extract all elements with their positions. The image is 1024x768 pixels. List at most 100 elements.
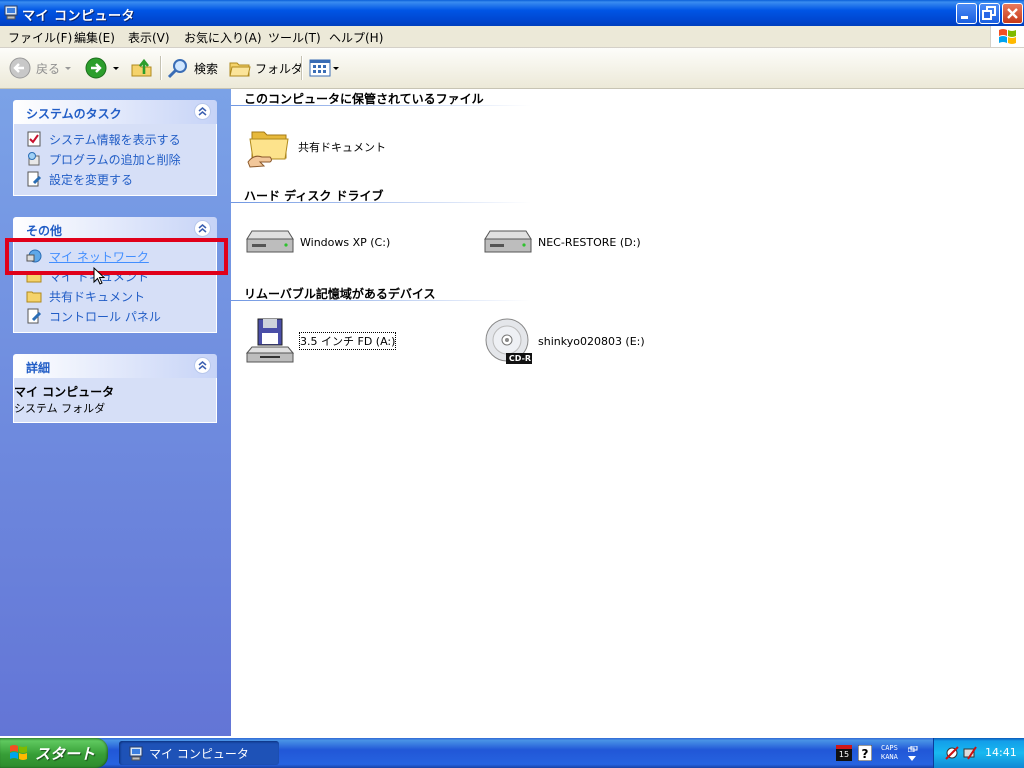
lock-key-status: CAPS KANA [881, 744, 898, 762]
start-button[interactable]: スタート [0, 738, 108, 768]
control-panel-link[interactable]: コントロール パネル [14, 306, 216, 326]
search-button[interactable]: 検索 [166, 48, 218, 88]
cd-r-badge: CD-R [508, 354, 532, 363]
panel-title: 詳細 [26, 361, 51, 375]
forward-arrow-icon [85, 57, 107, 79]
highlight-annotation [5, 238, 228, 275]
collapse-icon[interactable] [194, 220, 211, 237]
shared-folder-icon [247, 131, 289, 168]
add-remove-programs-link[interactable]: プログラムの追加と削除 [14, 149, 216, 169]
caps-indicator: CAPS [881, 744, 898, 752]
restore-icon[interactable] [908, 746, 918, 752]
details-type: システム フォルダ [14, 402, 106, 415]
cd-e-item[interactable]: CD-R shinkyo020803 (E:) [484, 317, 645, 365]
help-icon[interactable]: ? [857, 744, 873, 764]
search-label: 検索 [194, 61, 219, 76]
add-remove-programs-icon [28, 152, 40, 166]
group-divider [231, 202, 531, 203]
close-button[interactable] [1002, 3, 1023, 24]
menu-view[interactable]: 表示(V) [128, 29, 170, 46]
panel-title: その他 [26, 224, 63, 238]
my-computer-icon [129, 746, 143, 760]
shared-documents-item[interactable]: 共有ドキュメント [246, 124, 386, 170]
title-bar[interactable]: マイ コンピュータ [0, 0, 1024, 26]
link-label: 共有ドキュメント [49, 289, 146, 304]
folder-icon [26, 291, 42, 303]
item-label: 3.5 インチ FD (A:) [298, 332, 397, 350]
menu-favorites[interactable]: お気に入り(A) [184, 29, 262, 46]
kana-indicator: KANA [881, 753, 898, 761]
windows-logo-icon [990, 26, 1024, 47]
system-tasks-panel: システムのタスク システム情報を表示する プログラムの追加と削除 設定を変更する [13, 100, 217, 196]
item-label: 共有ドキュメント [298, 141, 386, 154]
link-label: プログラムの追加と削除 [49, 152, 181, 167]
system-tasks-header[interactable]: システムのタスク [13, 100, 217, 124]
menu-bar: ファイル(F) 編集(E) 表示(V) お気に入り(A) ツール(T) ヘルプ(… [0, 26, 1024, 48]
item-label: shinkyo020803 (E:) [538, 334, 645, 348]
minimize-button[interactable] [956, 3, 977, 24]
tray-settings-icon[interactable] [944, 745, 960, 761]
views-icon [309, 59, 331, 77]
collapse-icon[interactable] [194, 357, 211, 374]
forward-button[interactable] [84, 48, 119, 88]
chevron-down-icon[interactable] [65, 66, 72, 70]
folder-icon [229, 62, 251, 77]
hard-drive-icon [484, 230, 532, 253]
item-label: Windows XP (C:) [300, 235, 391, 249]
views-button[interactable] [309, 48, 339, 88]
back-arrow-icon [9, 57, 31, 79]
menu-tools[interactable]: ツール(T) [268, 29, 321, 46]
panel-body: システム情報を表示する プログラムの追加と削除 設定を変更する [13, 124, 217, 196]
link-label: 設定を変更する [49, 172, 134, 187]
chevron-down-icon[interactable] [908, 756, 916, 761]
back-label: 戻る [36, 61, 61, 76]
collapse-icon[interactable] [194, 103, 211, 120]
restore-button[interactable] [979, 3, 1000, 24]
link-label: システム情報を表示する [49, 132, 181, 147]
taskbar-window-label: マイ コンピュータ [149, 746, 249, 761]
toolbar-separator [301, 56, 303, 80]
up-folder-button[interactable] [130, 48, 154, 88]
group-divider [231, 105, 531, 106]
link-label: コントロール パネル [49, 309, 161, 324]
change-setting-link[interactable]: 設定を変更する [14, 169, 216, 189]
drive-c-item[interactable]: Windows XP (C:) [246, 229, 390, 255]
details-header[interactable]: 詳細 [13, 354, 217, 378]
folders-button[interactable]: フォルダ [229, 48, 303, 88]
clock: 14:41 [985, 746, 1017, 759]
ime-calendar-icon[interactable]: 15 [836, 745, 852, 764]
taskbar-window-button[interactable]: マイ コンピュータ [119, 741, 279, 765]
details-panel: 詳細 マイ コンピュータ システム フォルダ [13, 354, 217, 423]
change-setting-icon [27, 171, 42, 187]
menu-file[interactable]: ファイル(F) [8, 29, 72, 46]
control-panel-icon [27, 308, 42, 324]
floppy-drive-icon [246, 318, 294, 363]
mouse-cursor-icon [93, 267, 105, 285]
menu-edit[interactable]: 編集(E) [74, 29, 115, 46]
shared-documents-link[interactable]: 共有ドキュメント [14, 286, 216, 306]
other-places-panel: その他 マイ ネットワーク マイ ドキュメント 共有ドキュメント コントロール … [13, 217, 217, 333]
folders-label: フォルダ [255, 61, 304, 76]
file-list-view[interactable]: このコンピュータに保管されているファイル 共有ドキュメント ハード ディスク ド… [231, 89, 1024, 736]
back-button[interactable]: 戻る [8, 48, 72, 88]
panel-body: マイ コンピュータ システム フォルダ [13, 378, 217, 423]
details-name: マイ コンピュータ [14, 385, 115, 399]
ime-day: 15 [838, 750, 850, 759]
toolbar: 戻る 検索 フォルダ [0, 48, 1024, 89]
chevron-down-icon[interactable] [113, 66, 119, 70]
menu-help[interactable]: ヘルプ(H) [329, 29, 383, 46]
drive-d-item[interactable]: NEC-RESTORE (D:) [484, 229, 641, 255]
search-icon [167, 59, 187, 79]
up-folder-icon [131, 58, 152, 77]
window-title: マイ コンピュータ [22, 9, 136, 24]
svg-text:?: ? [862, 747, 869, 761]
my-computer-icon [4, 5, 18, 20]
chevron-down-icon[interactable] [333, 66, 339, 70]
item-label: NEC-RESTORE (D:) [538, 235, 641, 249]
view-system-info-link[interactable]: システム情報を表示する [14, 129, 216, 149]
start-label: スタート [35, 744, 96, 763]
tray-network-icon[interactable] [962, 745, 978, 761]
floppy-a-item[interactable]: 3.5 インチ FD (A:) [246, 317, 397, 365]
panel-title: システムのタスク [26, 107, 122, 121]
task-pane: システムのタスク システム情報を表示する プログラムの追加と削除 設定を変更する… [0, 89, 231, 736]
